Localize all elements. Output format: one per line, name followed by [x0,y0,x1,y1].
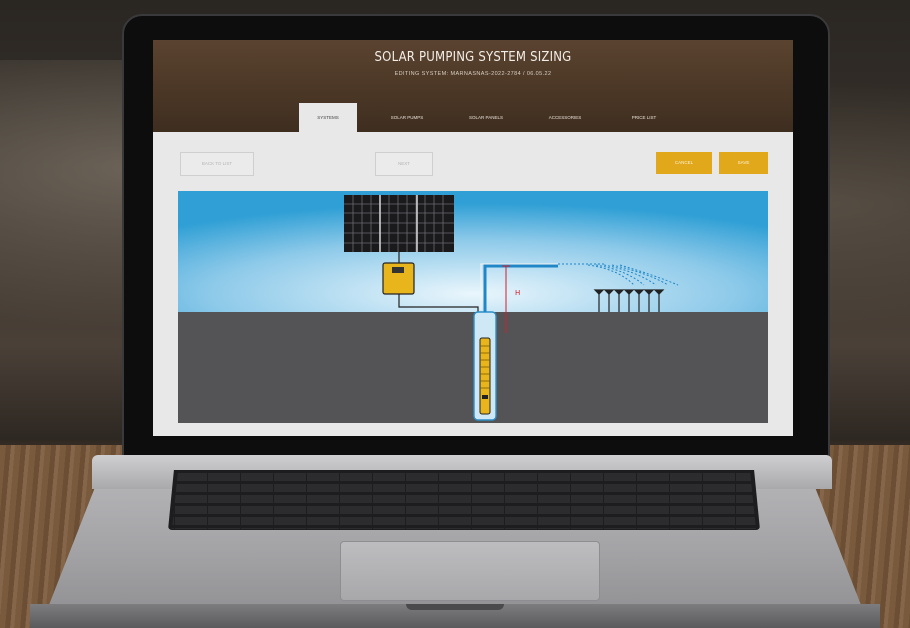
pumping-system-diagram: H [178,191,768,423]
tab-systems[interactable]: SYSTEMS [299,103,357,132]
page-title: SOLAR PUMPING SYSTEM SIZING [374,50,572,65]
trackpad [340,541,600,601]
editing-subtitle: EDITING SYSTEM: MARNASNAS-2022-2784 / 06… [394,71,552,77]
tab-price-list[interactable]: PRICE LIST [615,103,673,132]
keyboard-keys [172,473,756,529]
tab-bar: SYSTEMS SOLAR PUMPS SOLAR PANELS ACCESSO… [299,103,694,132]
tab-accessories[interactable]: ACCESSORIES [536,103,594,132]
cancel-button[interactable]: CANCEL [656,152,712,174]
next-button[interactable]: NEXT [375,152,433,176]
ground [178,312,768,423]
lid-notch [406,604,504,610]
head-label: H [515,289,520,297]
submersible-pump-icon [479,337,491,415]
solar-panel-icon [344,195,454,252]
tab-solar-panels[interactable]: SOLAR PANELS [457,103,515,132]
laptop-screen: SOLAR PUMPING SYSTEM SIZING EDITING SYST… [153,40,793,436]
save-button[interactable]: SAVE [719,152,768,174]
app-header: SOLAR PUMPING SYSTEM SIZING EDITING SYST… [153,40,793,132]
back-to-list-button[interactable]: BACK TO LIST [180,152,254,176]
sky [178,191,768,312]
tab-solar-pumps[interactable]: SOLAR PUMPS [378,103,436,132]
pump-controller-icon [382,262,415,295]
